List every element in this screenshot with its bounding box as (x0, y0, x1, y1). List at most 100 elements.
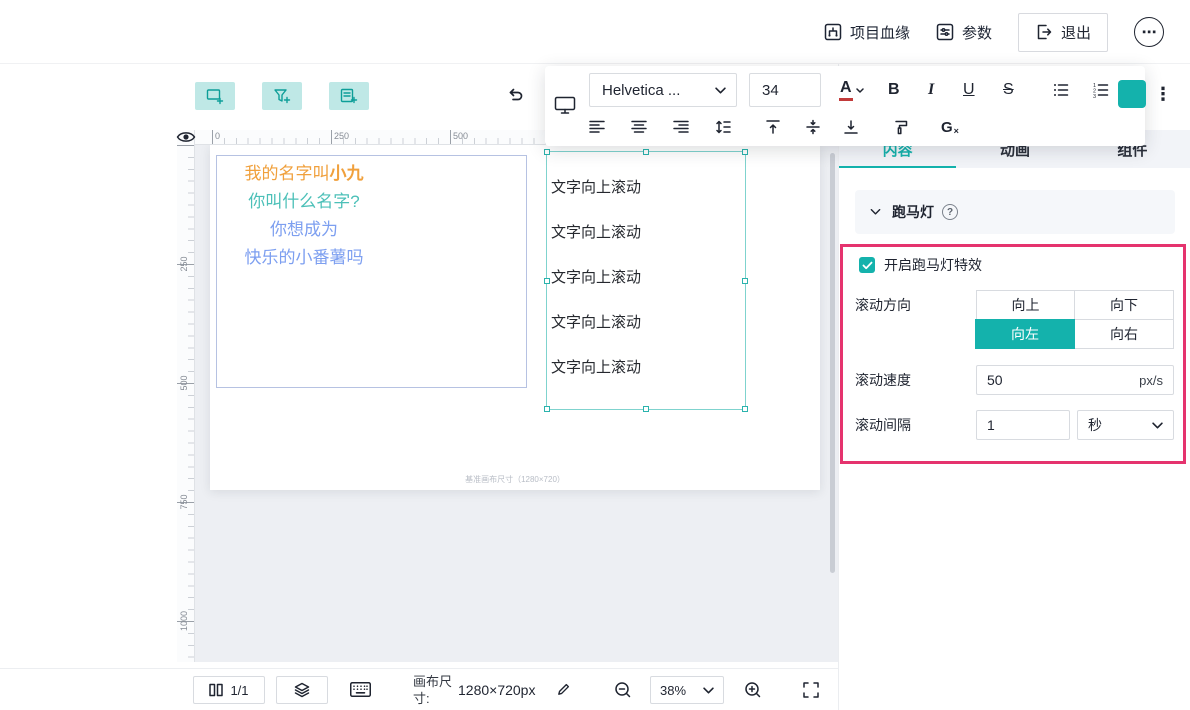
strikethrough-button[interactable]: S (1003, 73, 1014, 107)
greeting-text-widget[interactable]: 我的名字叫小九 你叫什么名字? 你想成为 快乐的小番薯吗 (216, 155, 527, 388)
artboard[interactable]: 我的名字叫小九 你叫什么名字? 你想成为 快乐的小番薯吗 文字向上滚动 文字向上… (210, 145, 820, 490)
clear-format-button[interactable]: G × (941, 113, 959, 141)
greeting-text: 我的名字叫小九 你叫什么名字? 你想成为 快乐的小番薯吗 (244, 164, 364, 267)
params-icon (936, 23, 954, 41)
ruler-label: 1000 (179, 610, 189, 632)
speed-unit: px/s (1139, 372, 1163, 388)
canvas-viewport[interactable]: 我的名字叫小九 你叫什么名字? 你想成为 快乐的小番薯吗 文字向上滚动 文字向上… (195, 145, 838, 662)
italic-button[interactable]: I (928, 73, 934, 107)
enable-marquee-row: 开启跑马灯特效 (859, 255, 982, 275)
bullet-list-button[interactable] (1053, 73, 1069, 107)
resize-handle[interactable] (544, 406, 550, 412)
layers-button[interactable] (276, 676, 328, 704)
clear-format-icon: G (941, 118, 953, 136)
resize-handle[interactable] (643, 406, 649, 412)
resize-handle[interactable] (742, 149, 748, 155)
resize-handle[interactable] (643, 149, 649, 155)
zoom-in-button[interactable] (744, 681, 762, 699)
speed-input[interactable] (987, 372, 1140, 388)
shortcuts-button[interactable] (350, 682, 371, 697)
chevron-down-icon (703, 686, 714, 694)
toolbar-overflow-icon[interactable]: ⋮ (1154, 84, 1172, 105)
valign-bottom-button[interactable] (843, 113, 859, 141)
align-left-button[interactable] (589, 113, 605, 141)
add-list-button[interactable] (329, 82, 369, 110)
vertical-ruler: 250 500 750 1000 (177, 130, 195, 662)
edit-canvas-size-button[interactable] (556, 682, 571, 697)
resize-handle[interactable] (544, 149, 550, 155)
exit-label: 退出 (1060, 24, 1091, 42)
align-center-button[interactable] (631, 113, 647, 141)
direction-options: 向上 向下 向左 向右 (975, 290, 1174, 349)
valign-top-button[interactable] (765, 113, 781, 141)
chevron-down-icon (870, 208, 881, 215)
interval-unit-select[interactable]: 秒 (1077, 410, 1174, 440)
screen-adapt-button[interactable] (554, 95, 576, 115)
resize-handle[interactable] (742, 406, 748, 412)
valign-top-icon (766, 120, 780, 134)
bold-button[interactable]: B (888, 73, 900, 107)
interval-unit-value: 秒 (1088, 417, 1102, 433)
align-right-button[interactable] (673, 113, 689, 141)
speed-label: 滚动速度 (855, 372, 911, 388)
numbered-list-button[interactable]: 1 2 3 (1093, 73, 1109, 107)
resize-handle[interactable] (742, 277, 748, 284)
undo-button[interactable] (505, 84, 525, 104)
direction-option-up[interactable]: 向上 (976, 290, 1075, 320)
valign-middle-icon (806, 119, 820, 135)
zoom-out-button[interactable] (614, 681, 632, 699)
fit-screen-button[interactable] (803, 682, 819, 698)
properties-panel: 内容 动画 组件 跑马灯 ? 开启跑马灯特效 滚动方向 向上 向下 向左 向右 … (838, 64, 1190, 710)
base-canvas-size-note: 基准画布尺寸（1280×720） (465, 475, 565, 484)
valign-middle-button[interactable] (805, 113, 821, 141)
exit-icon (1035, 23, 1053, 41)
lineage-icon (824, 23, 842, 41)
direction-option-right[interactable]: 向右 (1074, 319, 1174, 349)
fit-screen-icon (803, 682, 819, 698)
speed-input-group: px/s (976, 365, 1174, 395)
enable-marquee-checkbox[interactable] (859, 257, 875, 273)
toggle-visibility-button[interactable] (176, 128, 196, 148)
direction-option-down[interactable]: 向下 (1074, 290, 1174, 320)
help-icon[interactable]: ? (942, 204, 958, 220)
ruler-label: 750 (179, 494, 189, 510)
ruler-label: 0 (215, 131, 221, 141)
underline-button[interactable]: U (963, 73, 975, 107)
ruler-label: 500 (179, 375, 189, 391)
marquee-text-widget[interactable]: 文字向上滚动 文字向上滚动 文字向上滚动 文字向上滚动 文字向上滚动 (544, 149, 748, 412)
resize-handle[interactable] (544, 277, 550, 284)
eye-icon (176, 132, 196, 142)
valign-bottom-icon (844, 120, 858, 134)
project-lineage-button[interactable]: 项目血缘 (824, 22, 910, 43)
font-family-select[interactable]: Helvetica ... (589, 73, 737, 107)
ruler-label: 500 (453, 131, 469, 141)
marquee-section-header[interactable]: 跑马灯 ? (855, 190, 1175, 234)
format-painter-button[interactable] (893, 113, 910, 141)
exit-button[interactable]: 退出 (1017, 12, 1108, 52)
pencil-icon (558, 683, 570, 695)
canvas-size-label: 画布尺寸: (413, 674, 453, 706)
page-indicator: 1/1 (230, 682, 249, 698)
align-right-icon (673, 120, 689, 133)
undo-icon (509, 88, 523, 101)
font-size-input[interactable] (749, 73, 821, 107)
direction-option-left[interactable]: 向左 (975, 319, 1075, 349)
editor-app: 项目血缘 参数 退出 ⋯ 0 250 500 250 500 750 1000 … (0, 0, 1190, 710)
vertical-scrollbar[interactable] (830, 153, 835, 573)
interval-input[interactable] (976, 410, 1070, 440)
font-color-icon: A (839, 79, 853, 101)
line-spacing-button[interactable] (715, 113, 731, 141)
marquee-text: 文字向上滚动 文字向上滚动 文字向上滚动 文字向上滚动 文字向上滚动 (551, 178, 642, 376)
apply-style-button[interactable] (1118, 80, 1146, 108)
add-filter-button[interactable] (262, 82, 302, 110)
params-button[interactable]: 参数 (936, 22, 992, 43)
page-indicator-button[interactable]: 1/1 (193, 676, 265, 704)
layers-icon (294, 682, 310, 698)
add-filter-icon (274, 89, 291, 104)
font-color-button[interactable]: A (839, 73, 864, 107)
add-screen-button[interactable] (195, 82, 235, 110)
canvas-size-value: 1280×720px (458, 682, 536, 698)
zoom-level-select[interactable]: 38% (650, 676, 724, 704)
canvas-workspace: 0 250 500 250 500 750 1000 我的名字叫小九 你叫什么名… (0, 64, 838, 668)
more-options-icon[interactable]: ⋯ (1134, 17, 1164, 47)
